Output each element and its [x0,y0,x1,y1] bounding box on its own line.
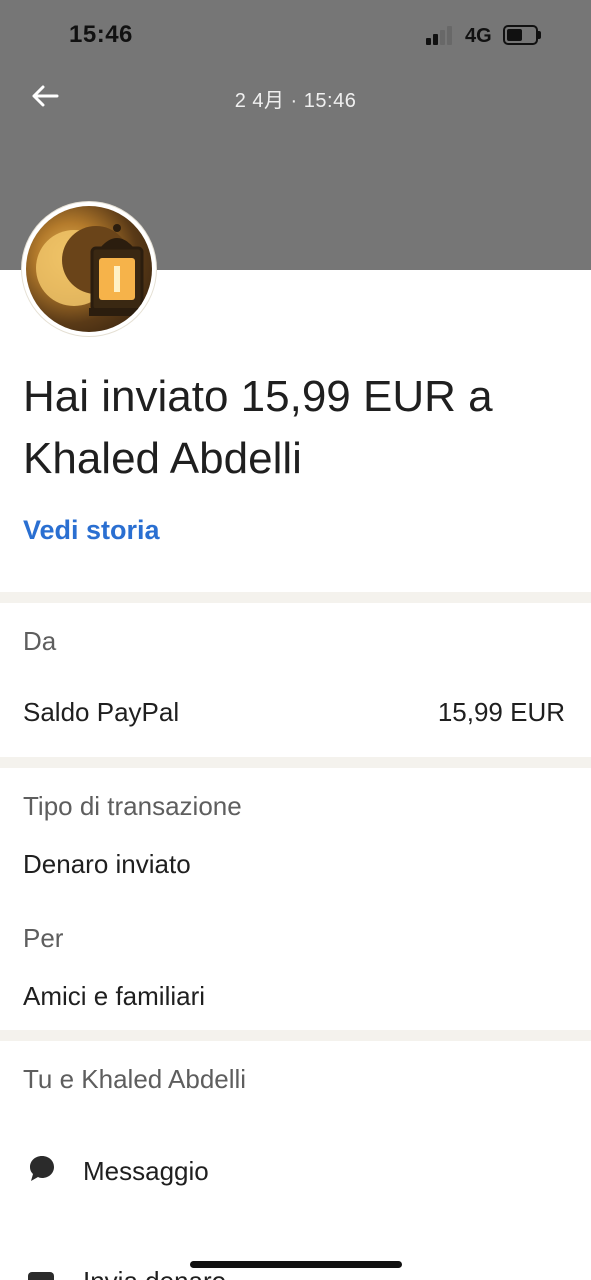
transaction-title: Hai inviato 15,99 EUR a Khaled Abdelli [23,372,493,483]
transaction-date: 2 4月 · 15:46 [234,90,357,112]
send-money-icon [28,1272,54,1280]
funding-source: Saldo PayPal [23,697,180,727]
message-button[interactable]: Messaggio [0,1140,591,1204]
lantern-crescent-image [36,224,145,316]
status-time: 15:46 [69,21,133,48]
status-bar: 15:46 4G [0,0,591,70]
purpose-label: Per [23,923,64,953]
funding-amount: 15,99 EUR [437,697,565,727]
battery-icon [503,25,541,45]
send-money-label: Invia denaro [83,1266,226,1280]
chat-bubble-icon [30,1156,54,1181]
view-history-link[interactable]: Vedi storia [23,515,160,546]
section-divider [0,1030,591,1041]
home-indicator[interactable] [190,1261,402,1268]
transaction-detail-screen: 15:46 4G 2 4月 · 15:46 Hai inviato 15,99 … [0,0,591,1280]
network-label: 4G [465,25,492,47]
transaction-type-value: Denaro inviato [23,849,191,879]
avatar-image [26,206,152,332]
transaction-type-label: Tipo di transazione [23,791,242,821]
contact-section-header: Tu e Khaled Abdelli [23,1064,247,1094]
message-label: Messaggio [83,1156,209,1186]
from-label: Da [23,626,57,656]
purpose-value: Amici e familiari [23,981,206,1011]
avatar [22,202,156,336]
section-divider [0,757,591,768]
signal-icon [426,25,456,45]
section-divider [0,592,591,603]
